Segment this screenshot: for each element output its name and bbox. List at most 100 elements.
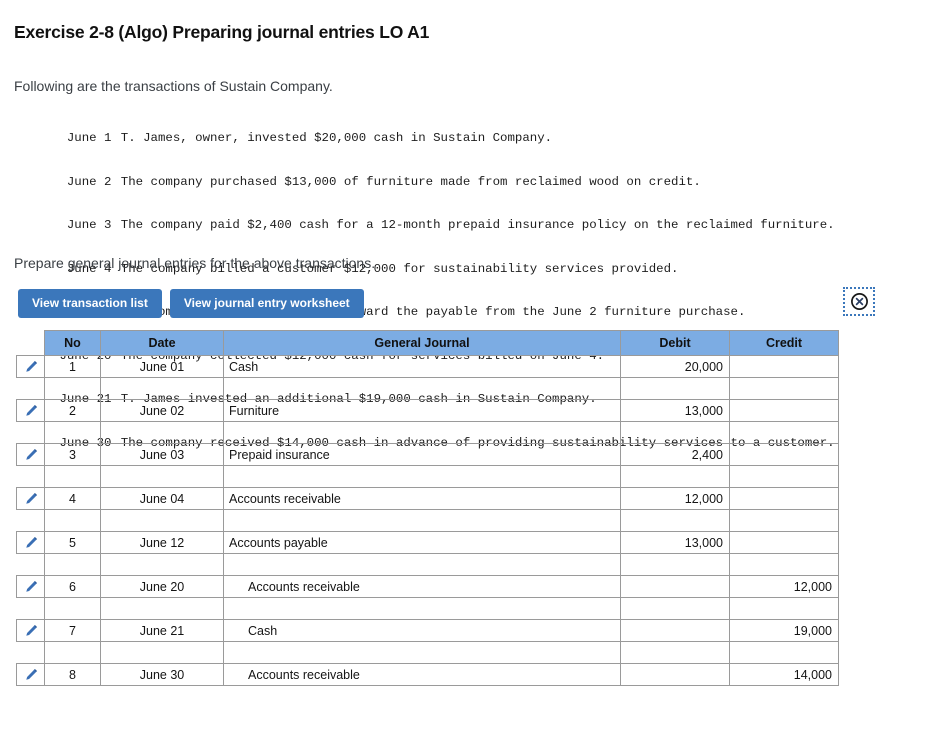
spacer-credit[interactable] bbox=[729, 465, 839, 488]
edit-row-button[interactable] bbox=[16, 443, 45, 466]
header-edit-gutter bbox=[16, 330, 45, 356]
spacer-debit[interactable] bbox=[620, 597, 730, 620]
edit-row-button[interactable] bbox=[16, 531, 45, 554]
intro-text: Following are the transactions of Sustai… bbox=[14, 78, 333, 94]
row-debit[interactable]: 20,000 bbox=[620, 355, 730, 378]
page-title: Exercise 2-8 (Algo) Preparing journal en… bbox=[14, 21, 430, 42]
row-credit[interactable]: 12,000 bbox=[729, 575, 839, 598]
spacer-account[interactable] bbox=[223, 597, 621, 620]
row-account[interactable]: Accounts receivable bbox=[223, 487, 621, 510]
table-row: 7 June 21 Cash 19,000 bbox=[16, 619, 839, 642]
row-account[interactable]: Cash bbox=[223, 619, 621, 642]
spacer-debit[interactable] bbox=[620, 377, 730, 400]
row-date: June 03 bbox=[100, 443, 224, 466]
edit-row-button[interactable] bbox=[16, 399, 45, 422]
spacer-account[interactable] bbox=[223, 421, 621, 444]
table-row: 1 June 01 Cash 20,000 bbox=[16, 355, 839, 378]
pencil-icon bbox=[24, 447, 38, 461]
row-account[interactable]: Cash bbox=[223, 355, 621, 378]
row-number: 3 bbox=[44, 443, 101, 466]
row-credit[interactable] bbox=[729, 487, 839, 510]
spacer-debit[interactable] bbox=[620, 421, 730, 444]
spacer-debit[interactable] bbox=[620, 509, 730, 532]
row-credit[interactable]: 19,000 bbox=[729, 619, 839, 642]
pencil-icon bbox=[24, 667, 38, 681]
transaction-date: June 3 bbox=[66, 218, 112, 232]
row-credit[interactable] bbox=[729, 355, 839, 378]
row-account[interactable]: Furniture bbox=[223, 399, 621, 422]
row-account[interactable]: Prepaid insurance bbox=[223, 443, 621, 466]
row-number: 8 bbox=[44, 663, 101, 686]
spacer-credit[interactable] bbox=[729, 597, 839, 620]
row-date: June 30 bbox=[100, 663, 224, 686]
pencil-icon bbox=[24, 491, 38, 505]
spacer-date bbox=[100, 641, 224, 664]
spacer-gutter bbox=[17, 378, 45, 400]
view-journal-entry-worksheet-button[interactable]: View journal entry worksheet bbox=[169, 289, 364, 318]
spacer-debit[interactable] bbox=[620, 465, 730, 488]
spacer-debit[interactable] bbox=[620, 553, 730, 576]
close-button[interactable] bbox=[843, 287, 875, 316]
transaction-date: June 1 bbox=[66, 131, 112, 145]
spacer-gutter bbox=[17, 466, 45, 488]
pencil-icon bbox=[24, 623, 38, 637]
row-debit[interactable]: 12,000 bbox=[620, 487, 730, 510]
spacer-debit[interactable] bbox=[620, 641, 730, 664]
spacer-account[interactable] bbox=[223, 641, 621, 664]
row-debit[interactable]: 13,000 bbox=[620, 531, 730, 554]
spacer-account[interactable] bbox=[223, 377, 621, 400]
pencil-icon bbox=[24, 403, 38, 417]
row-credit[interactable] bbox=[729, 399, 839, 422]
edit-row-button[interactable] bbox=[16, 663, 45, 686]
edit-row-button[interactable] bbox=[16, 575, 45, 598]
pencil-icon bbox=[24, 359, 38, 373]
transaction-description: The company paid $2,400 cash for a 12-mo… bbox=[120, 218, 835, 232]
row-number: 2 bbox=[44, 399, 101, 422]
spacer-credit[interactable] bbox=[729, 641, 839, 664]
spacer-no bbox=[44, 465, 101, 488]
row-number: 5 bbox=[44, 531, 101, 554]
table-spacer-row bbox=[17, 377, 839, 400]
spacer-account[interactable] bbox=[223, 465, 621, 488]
transaction-line: June 3 The company paid $2,400 cash for a… bbox=[19, 218, 835, 233]
table-spacer-row bbox=[17, 597, 839, 620]
row-account[interactable]: Accounts payable bbox=[223, 531, 621, 554]
transaction-description: The company purchased $13,000 of furnitu… bbox=[120, 174, 701, 189]
row-debit[interactable] bbox=[620, 575, 730, 598]
table-header-row: No Date General Journal Debit Credit bbox=[16, 330, 839, 356]
row-debit[interactable]: 2,400 bbox=[620, 443, 730, 466]
spacer-credit[interactable] bbox=[729, 377, 839, 400]
table-spacer-row bbox=[17, 421, 839, 444]
spacer-date bbox=[100, 553, 224, 576]
spacer-no bbox=[44, 553, 101, 576]
row-debit[interactable]: 13,000 bbox=[620, 399, 730, 422]
spacer-credit[interactable] bbox=[729, 553, 839, 576]
table-spacer-row bbox=[17, 465, 839, 488]
header-no: No bbox=[44, 330, 101, 356]
row-debit[interactable] bbox=[620, 663, 730, 686]
spacer-no bbox=[44, 597, 101, 620]
transaction-date: June 2 bbox=[66, 174, 112, 189]
row-debit[interactable] bbox=[620, 619, 730, 642]
edit-row-button[interactable] bbox=[16, 619, 45, 642]
transaction-description: T. James, owner, invested $20,000 cash i… bbox=[120, 131, 553, 145]
view-transaction-list-button[interactable]: View transaction list bbox=[18, 289, 162, 318]
spacer-no bbox=[44, 421, 101, 444]
spacer-gutter bbox=[17, 642, 45, 664]
row-credit[interactable] bbox=[729, 443, 839, 466]
spacer-account[interactable] bbox=[223, 553, 621, 576]
spacer-credit[interactable] bbox=[729, 509, 839, 532]
spacer-account[interactable] bbox=[223, 509, 621, 532]
spacer-gutter bbox=[17, 598, 45, 620]
spacer-date bbox=[100, 421, 224, 444]
edit-row-button[interactable] bbox=[16, 487, 45, 510]
edit-row-button[interactable] bbox=[16, 355, 45, 378]
spacer-credit[interactable] bbox=[729, 421, 839, 444]
row-account[interactable]: Accounts receivable bbox=[223, 663, 621, 686]
row-credit[interactable] bbox=[729, 531, 839, 554]
pencil-icon bbox=[24, 579, 38, 593]
row-account[interactable]: Accounts receivable bbox=[223, 575, 621, 598]
spacer-gutter bbox=[17, 510, 45, 532]
row-credit[interactable]: 14,000 bbox=[729, 663, 839, 686]
transaction-line: June 1 T. James, owner, invested $20,000 … bbox=[19, 131, 835, 146]
